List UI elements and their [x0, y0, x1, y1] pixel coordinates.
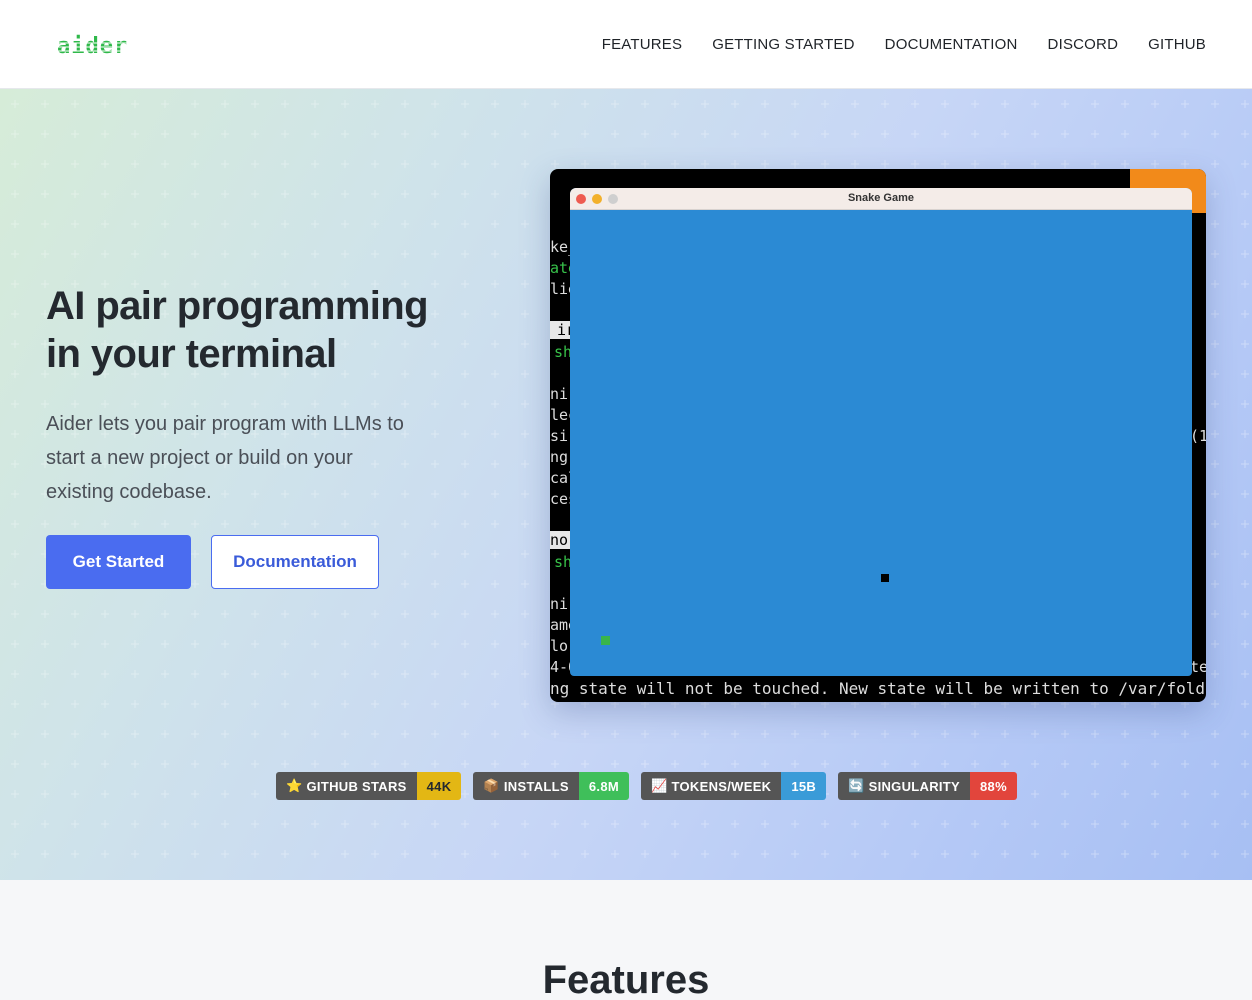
snake-game-window[interactable]: Snake Game: [570, 188, 1192, 676]
badge-tokens-week[interactable]: 📈 TOKENS/WEEK 15B: [641, 772, 827, 800]
terminal-fragment: te: [1190, 658, 1206, 676]
stats-badges: ⭐ GITHUB STARS 44K 📦 INSTALLS 6.8M 📈 TOKENS…: [276, 772, 1017, 800]
snake-food: [881, 574, 889, 582]
terminal-fragment: lo: [550, 637, 569, 655]
badge-label: GITHUB STARS: [306, 778, 407, 794]
terminal-demo[interactable]: ke_ ate lie ir sh nir lec sir ng cal ces…: [550, 169, 1206, 702]
game-window-title: Snake Game: [847, 192, 915, 204]
hero-section: AI pair programming in your terminal Aid…: [0, 89, 1252, 880]
badge-installs[interactable]: 📦 INSTALLS 6.8M: [473, 772, 629, 800]
hero-headline: AI pair programming in your terminal: [46, 282, 486, 378]
badge-github-stars[interactable]: ⭐ GITHUB STARS 44K: [276, 772, 462, 800]
chart-icon: 📈: [651, 778, 668, 793]
badge-value: 44K: [416, 772, 462, 800]
terminal-bottom-line: ng state will not be touched. New state …: [550, 679, 1206, 698]
terminal-fragment: ng: [550, 448, 569, 466]
aider-logo[interactable]: aider: [57, 34, 129, 58]
badge-value: 88%: [970, 772, 1017, 800]
refresh-icon: 🔄: [848, 778, 865, 793]
features-heading: Features: [542, 958, 710, 1000]
hero-subtitle: Aider lets you pair program with LLMs to…: [46, 413, 404, 503]
game-titlebar: Snake Game: [570, 188, 1192, 210]
star-icon: ⭐: [286, 778, 303, 793]
nav-link-documentation[interactable]: DOCUMENTATION: [885, 36, 1018, 53]
nav-link-discord[interactable]: DISCORD: [1048, 36, 1119, 53]
nav-link-features[interactable]: FEATURES: [602, 36, 683, 53]
svg-text:aider: aider: [57, 34, 128, 58]
package-icon: 📦: [483, 778, 500, 793]
badge-label: SINGULARITY: [868, 778, 961, 794]
get-started-button[interactable]: Get Started: [46, 535, 191, 589]
badge-label: INSTALLS: [503, 778, 569, 794]
nav-links: FEATURES GETTING STARTED DOCUMENTATION D…: [602, 36, 1206, 53]
terminal-fragment: (1: [1190, 427, 1206, 445]
badge-value: 15B: [781, 772, 827, 800]
badge-label: TOKENS/WEEK: [671, 778, 772, 794]
documentation-button[interactable]: Documentation: [211, 535, 379, 589]
snake-body: [601, 636, 610, 645]
badge-singularity[interactable]: 🔄 SINGULARITY 88%: [838, 772, 1017, 800]
nav-link-github[interactable]: GITHUB: [1148, 36, 1206, 53]
nav-link-getting-started[interactable]: GETTING STARTED: [712, 36, 854, 53]
top-navbar: aider FEATURES GETTING STARTED DOCUMENTA…: [0, 0, 1252, 89]
hero-headline-line1: AI pair programming: [46, 284, 429, 328]
badge-value: 6.8M: [578, 772, 629, 800]
hero-headline-line2: in your terminal: [46, 332, 337, 376]
